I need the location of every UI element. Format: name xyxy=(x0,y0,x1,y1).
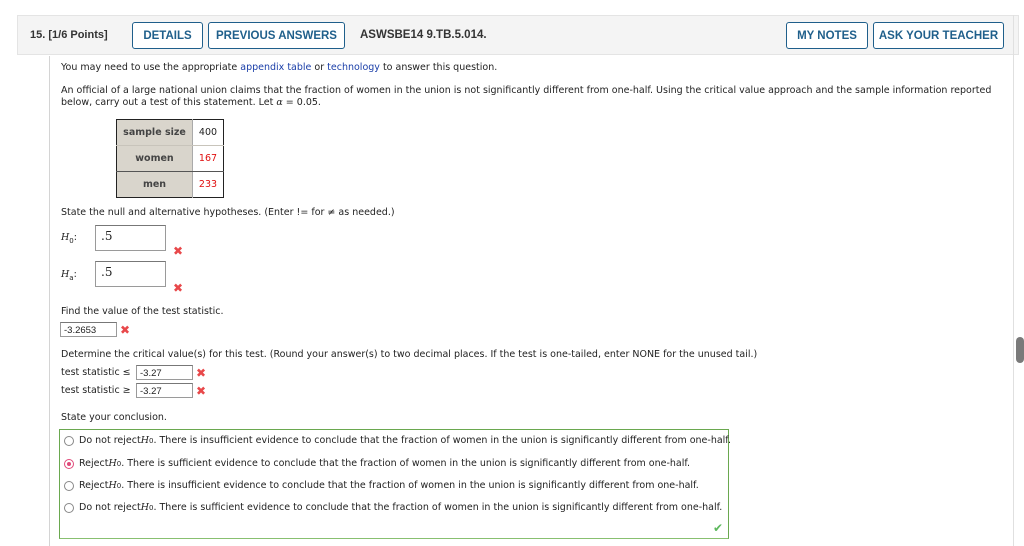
option-prefix: Reject xyxy=(79,480,109,491)
table-row: women 167 xyxy=(116,145,224,172)
h0-symbol: H xyxy=(108,458,117,469)
option-text: . There is sufficient evidence to conclu… xyxy=(121,458,691,469)
intro-middle: or xyxy=(311,62,328,73)
critical-values-prompt: Determine the critical value(s) for this… xyxy=(61,349,758,360)
ha-input[interactable]: .5 xyxy=(95,261,166,287)
intro-prefix: You may need to use the appropriate xyxy=(61,62,241,73)
test-statistic-prompt: Find the value of the test statistic. xyxy=(61,306,224,317)
table-label: sample size xyxy=(116,119,193,146)
intro-text: You may need to use the appropriate appe… xyxy=(61,62,497,73)
ha-label: Ha: xyxy=(61,269,77,282)
problem-line-2-suffix: = 0.05. xyxy=(282,97,321,108)
content-left-border xyxy=(49,56,50,546)
test-statistic-incorrect-icon: ✖ xyxy=(120,323,131,337)
sample-table: sample size 400 women 167 men 233 xyxy=(116,119,224,198)
table-label: women xyxy=(116,145,193,172)
radio-button[interactable] xyxy=(64,480,74,491)
conclusion-options: Do not reject H0. There is insufficient … xyxy=(59,429,731,539)
appendix-table-link[interactable]: appendix table xyxy=(240,62,311,73)
content-right-border xyxy=(1013,15,1014,546)
table-value: 167 xyxy=(192,145,224,172)
test-statistic-input[interactable]: -3.2653 xyxy=(60,322,117,337)
h0-symbol: H xyxy=(140,435,149,446)
conclusion-option-2[interactable]: Reject H0. There is sufficient evidence … xyxy=(64,458,690,469)
problem-line-1: An official of a large national union cl… xyxy=(61,85,992,96)
question-number: 15. [1/6 Points] xyxy=(30,29,108,41)
ask-teacher-button[interactable]: ASK YOUR TEACHER xyxy=(873,22,1004,49)
scrollbar-thumb[interactable] xyxy=(1016,337,1024,363)
h0-subscript: 0 xyxy=(69,236,74,245)
lower-critical-label: test statistic ≤ xyxy=(61,367,131,378)
table-label: men xyxy=(116,171,193,198)
lower-critical-input[interactable]: -3.27 xyxy=(136,365,193,380)
problem-line-2-prefix: below, carry out a test of this statemen… xyxy=(61,97,277,108)
my-notes-button[interactable]: MY NOTES xyxy=(786,22,868,49)
h0-input[interactable]: .5 xyxy=(95,225,166,251)
conclusion-option-3[interactable]: Reject H0. There is insufficient evidenc… xyxy=(64,480,699,491)
radio-button[interactable] xyxy=(64,435,74,446)
ha-incorrect-icon: ✖ xyxy=(173,281,184,295)
table-value: 233 xyxy=(192,171,224,198)
h0-label: H0: xyxy=(61,232,77,245)
conclusion-option-1[interactable]: Do not reject H0. There is insufficient … xyxy=(64,435,731,446)
conclusion-option-4[interactable]: Do not reject H0. There is sufficient ev… xyxy=(64,502,722,513)
radio-button-selected[interactable] xyxy=(64,458,74,469)
correct-check-icon: ✔ xyxy=(712,521,723,535)
question-id: ASWSBE14 9.TB.5.014. xyxy=(360,29,487,41)
h0-symbol: H xyxy=(140,502,149,513)
h0-incorrect-icon: ✖ xyxy=(173,244,184,258)
technology-link[interactable]: technology xyxy=(327,62,380,73)
upper-critical-input[interactable]: -3.27 xyxy=(136,383,193,398)
hypotheses-instruction: State the null and alternative hypothese… xyxy=(61,207,395,218)
option-text: . There is insufficient evidence to conc… xyxy=(153,435,731,446)
table-value: 400 xyxy=(192,119,224,146)
table-row: men 233 xyxy=(116,171,224,198)
ha-subscript: a xyxy=(69,273,74,282)
details-button[interactable]: DETAILS xyxy=(132,22,203,49)
option-prefix: Do not reject xyxy=(79,435,141,446)
previous-answers-button[interactable]: PREVIOUS ANSWERS xyxy=(208,22,345,49)
upper-critical-incorrect-icon: ✖ xyxy=(196,384,207,398)
upper-critical-label: test statistic ≥ xyxy=(61,385,131,396)
radio-button[interactable] xyxy=(64,502,74,513)
conclusion-prompt: State your conclusion. xyxy=(61,412,167,423)
option-text: . There is sufficient evidence to conclu… xyxy=(153,502,723,513)
points-label: [1/6 Points] xyxy=(48,29,108,41)
question-number-text: 15. xyxy=(30,29,46,41)
option-prefix: Reject xyxy=(79,458,109,469)
option-text: . There is insufficient evidence to conc… xyxy=(121,480,699,491)
problem-line-2: below, carry out a test of this statemen… xyxy=(61,97,321,108)
lower-critical-incorrect-icon: ✖ xyxy=(196,366,207,380)
table-row: sample size 400 xyxy=(116,119,224,146)
question-header: 15. [1/6 Points] DETAILS PREVIOUS ANSWER… xyxy=(17,15,1019,55)
h0-symbol: H xyxy=(108,480,117,491)
intro-suffix: to answer this question. xyxy=(379,62,498,73)
option-prefix: Do not reject xyxy=(79,502,141,513)
